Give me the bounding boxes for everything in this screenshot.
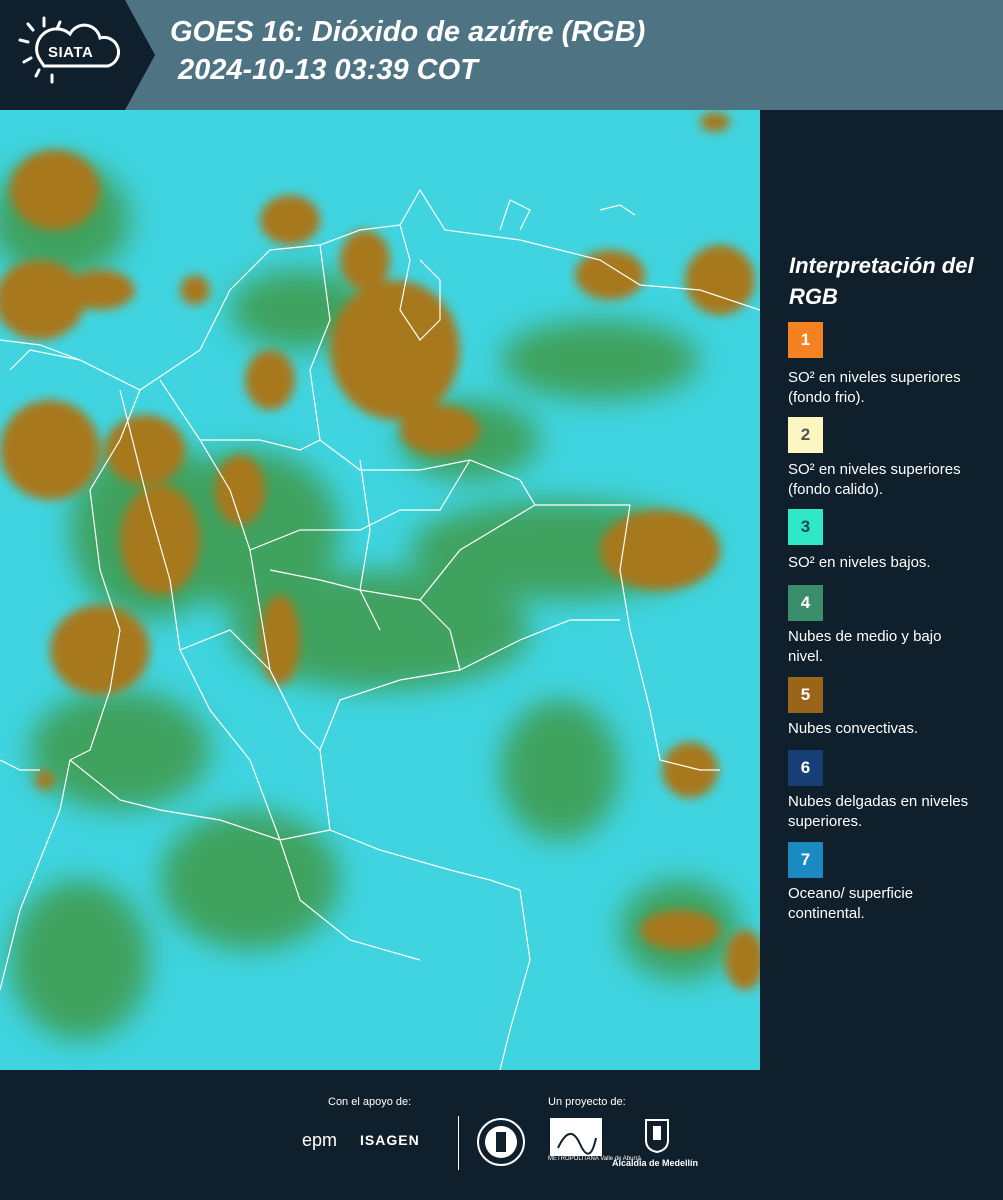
support-label: Con el apoyo de: (328, 1096, 412, 1108)
legend-panel: Interpretación del RGB 1 SO² en niveles … (760, 110, 1003, 1070)
siata-logo: SIATA (0, 0, 155, 110)
alcaldia-shield-icon (645, 1119, 669, 1154)
satellite-image (0, 110, 760, 1070)
legend-swatch-4: 4 (788, 585, 823, 621)
area-metropolitana-logo (550, 1118, 602, 1156)
legend-label-3: SO² en niveles bajos. (788, 554, 931, 571)
epm-logo: epm (302, 1130, 338, 1150)
header-bar: SIATA GOES 16: Dióxido de azúfre (RGB) 2… (0, 0, 1003, 110)
legend-label-2: SO² en niveles superiores (fondo calido)… (788, 461, 961, 498)
project-label: Un proyecto de: (548, 1096, 626, 1108)
isagen-logo: ISAGEN (360, 1132, 420, 1148)
legend-swatch-3: 3 (788, 509, 823, 545)
legend-swatch-5: 5 (788, 677, 823, 713)
legend-swatch-6: 6 (788, 750, 823, 786)
legend-label-6: Nubes delgadas en niveles superiores. (788, 793, 969, 830)
legend-swatch-1: 1 (788, 322, 823, 358)
satellite-map[interactable] (0, 110, 760, 1070)
legend-label-4: Nubes de medio y bajo nivel. (788, 628, 942, 665)
page-title: GOES 16: Dióxido de azúfre (RGB) (170, 16, 646, 48)
legend-label-7: Oceano/ superficie continental. (788, 885, 914, 922)
timestamp: 2024-10-13 03:39 COT (178, 54, 478, 86)
legend-title: Interpretación del RGB (789, 253, 974, 309)
legend-label-5: Nubes convectivas. (788, 720, 919, 737)
footer-divider (458, 1116, 459, 1170)
medellin-seal-logo (477, 1118, 525, 1166)
legend-swatch-2: 2 (788, 417, 823, 453)
footer: Con el apoyo de: Un proyecto de: epm ISA… (0, 1070, 1003, 1200)
alcaldia-label: Alcaldía de Medellín (612, 1158, 699, 1168)
legend-swatch-7: 7 (788, 842, 823, 878)
logo-text: SIATA (48, 44, 94, 61)
legend-label-1: SO² en niveles superiores (fondo frio). (788, 369, 961, 406)
